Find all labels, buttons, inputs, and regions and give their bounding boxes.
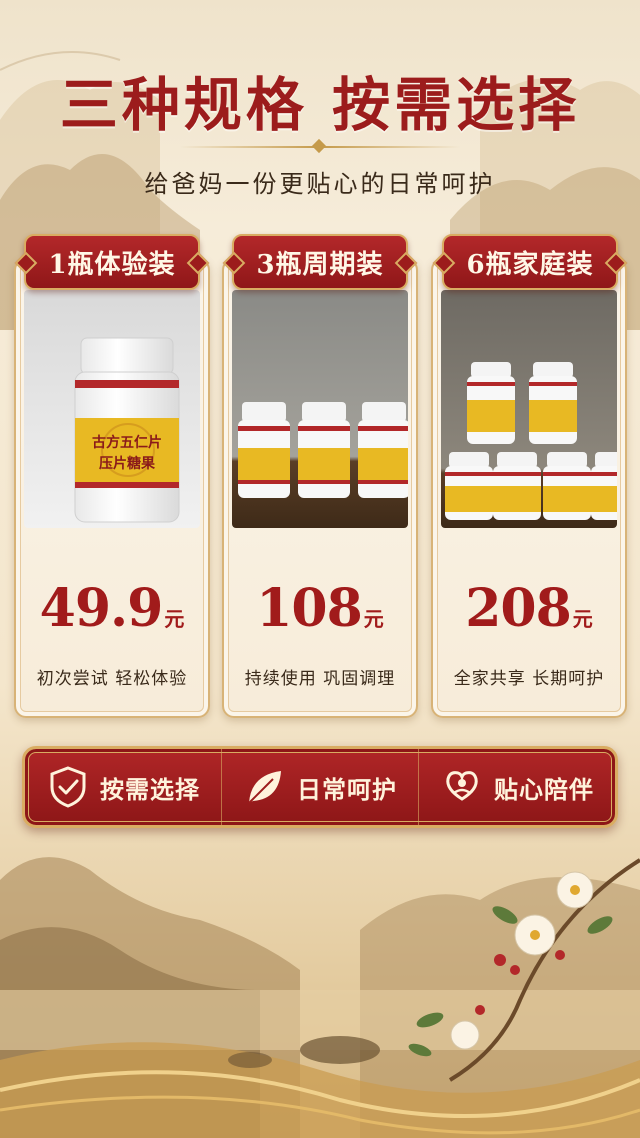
product-photo-3-bottles — [232, 290, 408, 528]
feature-companionship: 贴心陪伴 — [418, 749, 615, 825]
shield-check-icon — [46, 765, 90, 809]
flower-branch-decoration — [408, 858, 640, 1082]
package-badge-1-bottle: 1瓶体验装 — [24, 234, 200, 290]
package-badge-3-bottles: 3瓶周期装 — [232, 234, 408, 290]
feature-on-demand: 按需选择 — [25, 749, 221, 825]
package-desc-3-bottles: 持续使用 巩固调理 — [244, 669, 396, 689]
price-value: 49.9 — [39, 578, 164, 639]
package-desc-6-bottles: 全家共享 长期呵护 — [453, 669, 605, 689]
price-unit: 元 — [164, 607, 185, 631]
price-unit: 元 — [572, 607, 593, 631]
price-1-bottle: 49.9 元 — [16, 578, 208, 639]
price-unit: 元 — [363, 607, 384, 631]
feature-label: 贴心陪伴 — [494, 774, 594, 804]
package-desc-1-bottle: 初次尝试 轻松体验 — [36, 669, 188, 689]
title-divider — [180, 146, 460, 148]
price-value: 108 — [256, 578, 363, 639]
feature-label: 按需选择 — [100, 774, 200, 804]
price-value: 208 — [465, 578, 572, 639]
page-subtitle: 给爸妈一份更贴心的日常呵护 — [144, 170, 496, 198]
product-photo-6-bottles — [441, 290, 617, 528]
package-card-3-bottles[interactable]: 108 元 持续使用 巩固调理 — [222, 258, 418, 718]
product-photo-1-bottle: 古方五仁片 压片糖果 — [24, 290, 200, 528]
leaf-icon — [243, 765, 287, 809]
feature-bar: 按需选择 日常呵护 贴心陪伴 — [22, 746, 618, 828]
page-title: 三种规格 按需选择 — [59, 71, 581, 139]
price-3-bottles: 108 元 — [224, 578, 416, 639]
package-card-1-bottle[interactable]: 古方五仁片 压片糖果 49.9 元 初次尝试 轻松体验 — [14, 258, 210, 718]
bottle-label-line2: 压片糖果 — [99, 455, 156, 472]
landscape-background-bottom — [0, 857, 640, 1138]
package-card-6-bottles[interactable]: 208 元 全家共享 长期呵护 — [431, 258, 627, 718]
bottle-label-line1: 古方五仁片 — [92, 434, 162, 451]
price-6-bottles: 208 元 — [433, 578, 625, 639]
package-badge-6-bottles: 6瓶家庭装 — [442, 234, 618, 290]
heart-hands-icon — [440, 765, 484, 809]
feature-label: 日常呵护 — [297, 774, 397, 804]
feature-daily-care: 日常呵护 — [221, 749, 418, 825]
